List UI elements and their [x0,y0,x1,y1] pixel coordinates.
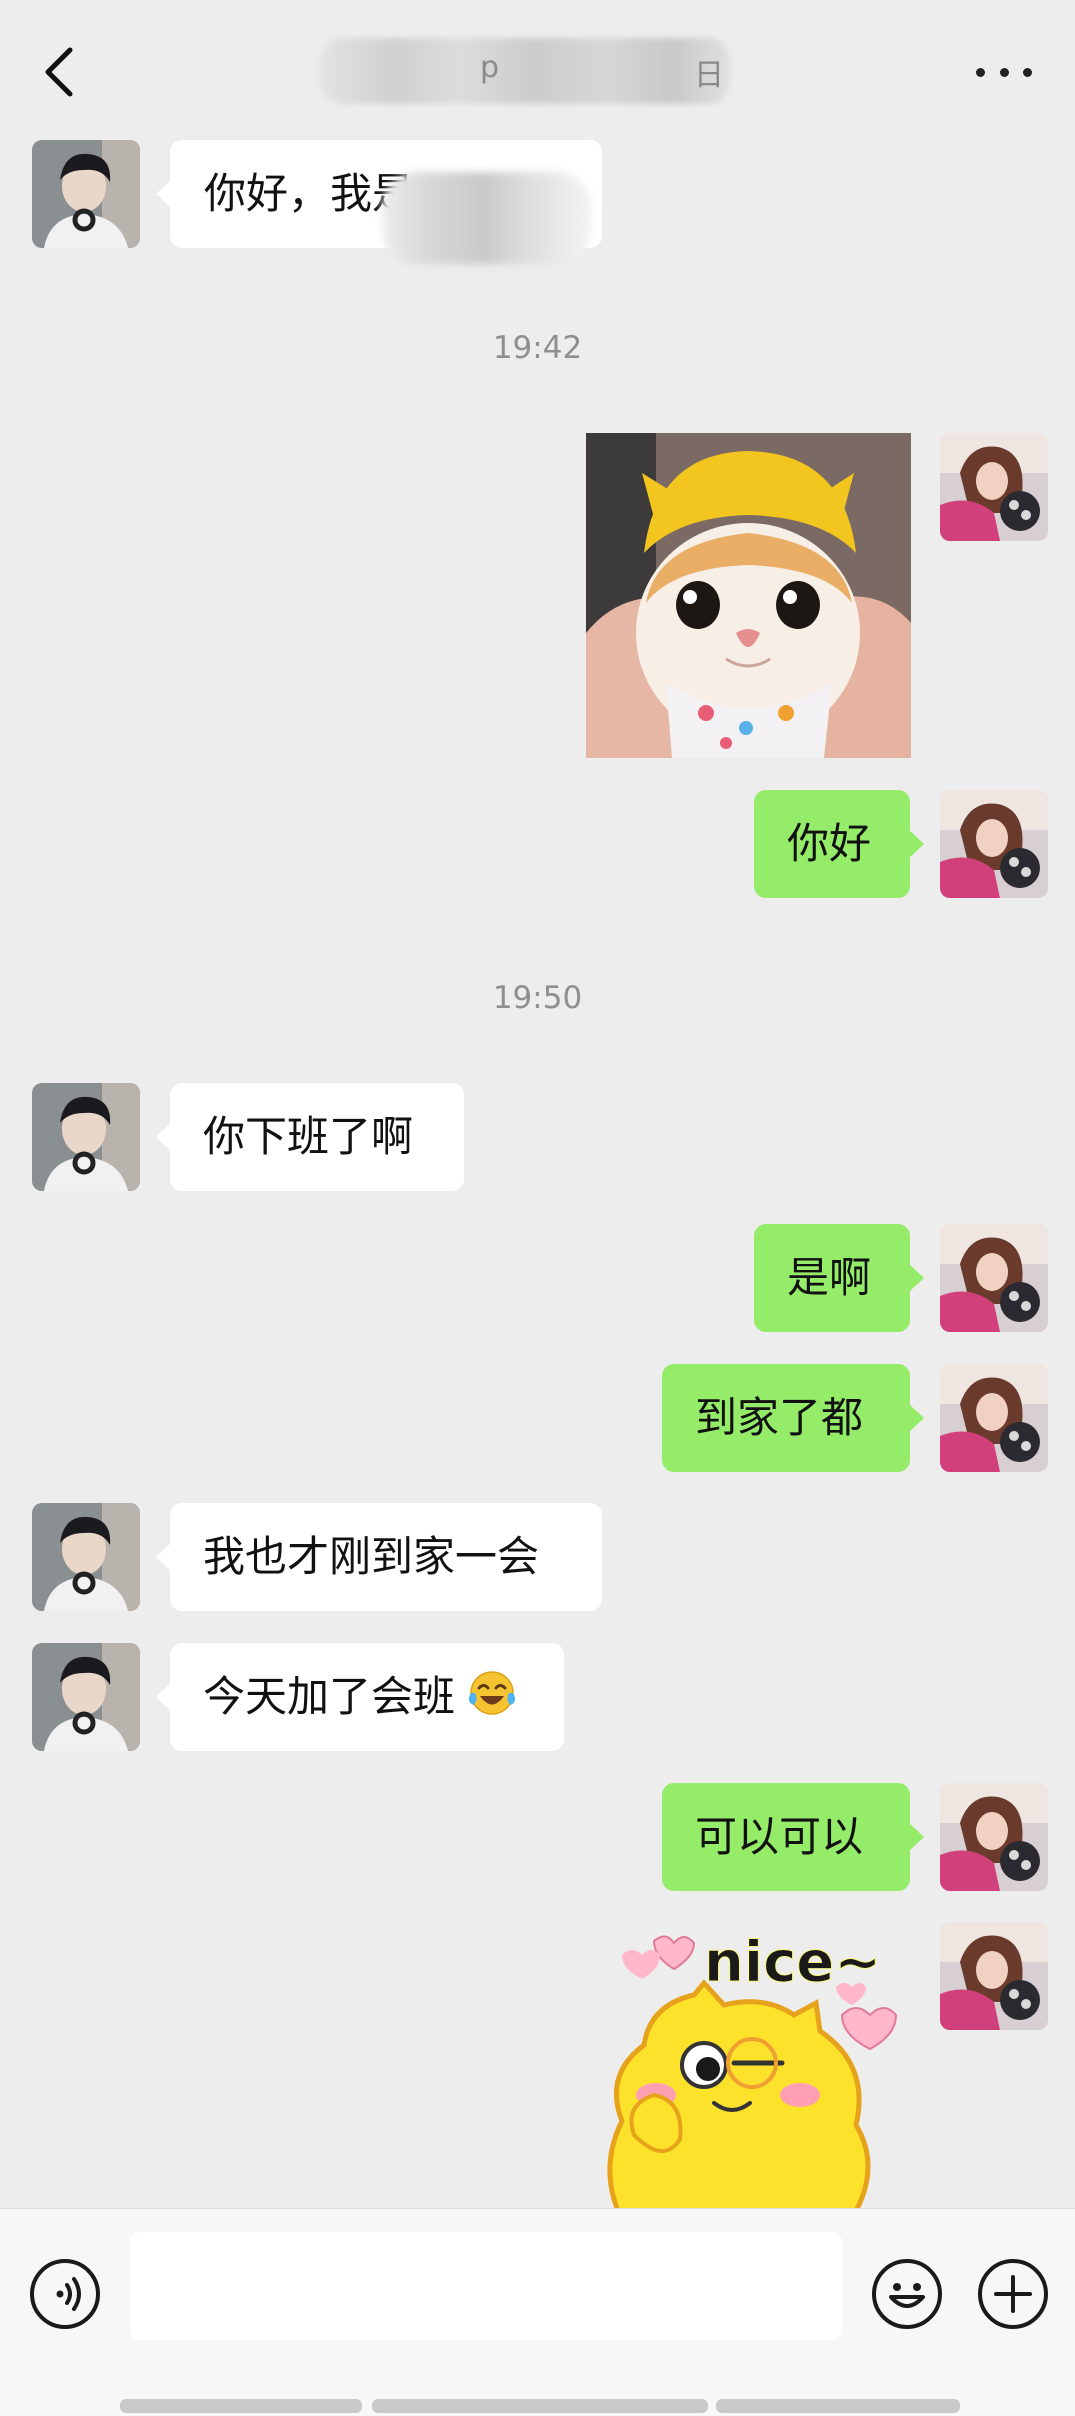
timestamp: 19:50 [492,980,583,1016]
message-text: 是啊 [787,1253,872,1302]
message-text: 你下班了啊 [203,1112,414,1161]
contact-avatar[interactable] [32,1643,140,1751]
message-bubble-sent[interactable]: 你好 [754,790,924,898]
my-avatar[interactable] [940,1783,1048,1891]
contact-avatar[interactable] [32,1503,140,1611]
message-text: 可以可以 [695,1812,864,1861]
voice-icon[interactable] [30,2259,100,2329]
message-text: 我也才刚到家一会 [203,1532,540,1581]
input-bar [0,2208,1075,2416]
svg-text:nice~: nice~ [704,1930,881,1995]
scroll-indicator [716,2399,960,2413]
chat-title-fragment: p [480,50,500,85]
message-bubble-received[interactable]: 你下班了啊 [156,1083,464,1191]
message-text: 今天加了会班 [203,1672,456,1721]
message-input[interactable] [130,2232,842,2340]
nice-cat-sticker[interactable]: nice~ [594,1925,904,2214]
chat-header: p 日 [0,0,1075,140]
redacted-area [382,172,592,264]
my-avatar[interactable] [940,1922,1048,2030]
laugh-cry-emoji-icon [469,1671,516,1715]
chat-title-redacted [320,38,730,104]
my-avatar[interactable] [940,1364,1048,1472]
message-bubble-received[interactable]: 今天加了会班 [156,1643,564,1751]
my-avatar[interactable] [940,790,1048,898]
contact-avatar[interactable] [32,140,140,248]
timestamp: 19:42 [492,330,583,366]
add-icon[interactable] [978,2259,1048,2329]
my-avatar[interactable] [940,1224,1048,1332]
more-dots-icon[interactable] [976,60,1032,84]
message-bubble-sent[interactable]: 到家了都 [662,1364,924,1472]
my-avatar[interactable] [940,433,1048,541]
cat-in-yellow-hat-photo[interactable] [586,433,911,758]
message-bubble-received[interactable]: 我也才刚到家一会 [156,1503,602,1611]
chat-title-fragment: 日 [694,58,724,93]
scroll-indicator [120,2399,362,2413]
contact-avatar[interactable] [32,1083,140,1191]
back-chevron-icon[interactable] [40,42,80,102]
message-bubble-sent[interactable]: 是啊 [754,1224,924,1332]
scroll-indicator [372,2399,708,2413]
message-text: 你好 [787,819,872,868]
message-bubble-sent[interactable]: 可以可以 [662,1783,924,1891]
message-text: 到家了都 [695,1393,864,1442]
emoji-icon[interactable] [872,2259,942,2329]
